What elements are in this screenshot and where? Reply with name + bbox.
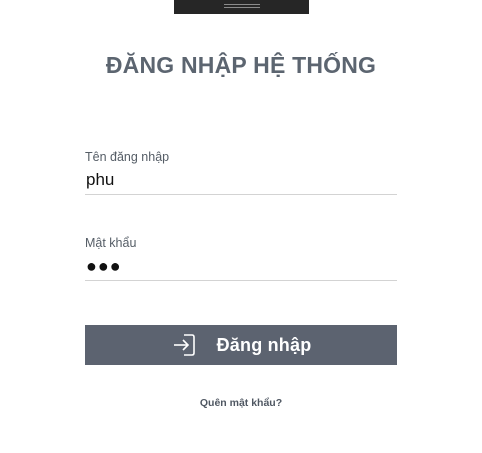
login-button[interactable]: Đăng nhập bbox=[85, 325, 397, 365]
forgot-password-link[interactable]: Quên mật khẩu? bbox=[0, 397, 482, 409]
top-bar bbox=[174, 0, 309, 14]
username-input[interactable]: phu bbox=[85, 168, 397, 195]
drag-handle-line bbox=[224, 4, 260, 5]
login-icon bbox=[171, 332, 197, 358]
password-field: Mật khẩu ●●● bbox=[85, 236, 397, 281]
username-field: Tên đăng nhập phu bbox=[85, 150, 397, 195]
login-button-label: Đăng nhập bbox=[216, 334, 312, 355]
page-title: ĐĂNG NHẬP HỆ THỐNG bbox=[105, 52, 377, 78]
drag-handle-line bbox=[224, 7, 260, 8]
password-input[interactable]: ●●● bbox=[85, 254, 397, 281]
password-label: Mật khẩu bbox=[85, 236, 137, 250]
username-label: Tên đăng nhập bbox=[85, 150, 170, 164]
